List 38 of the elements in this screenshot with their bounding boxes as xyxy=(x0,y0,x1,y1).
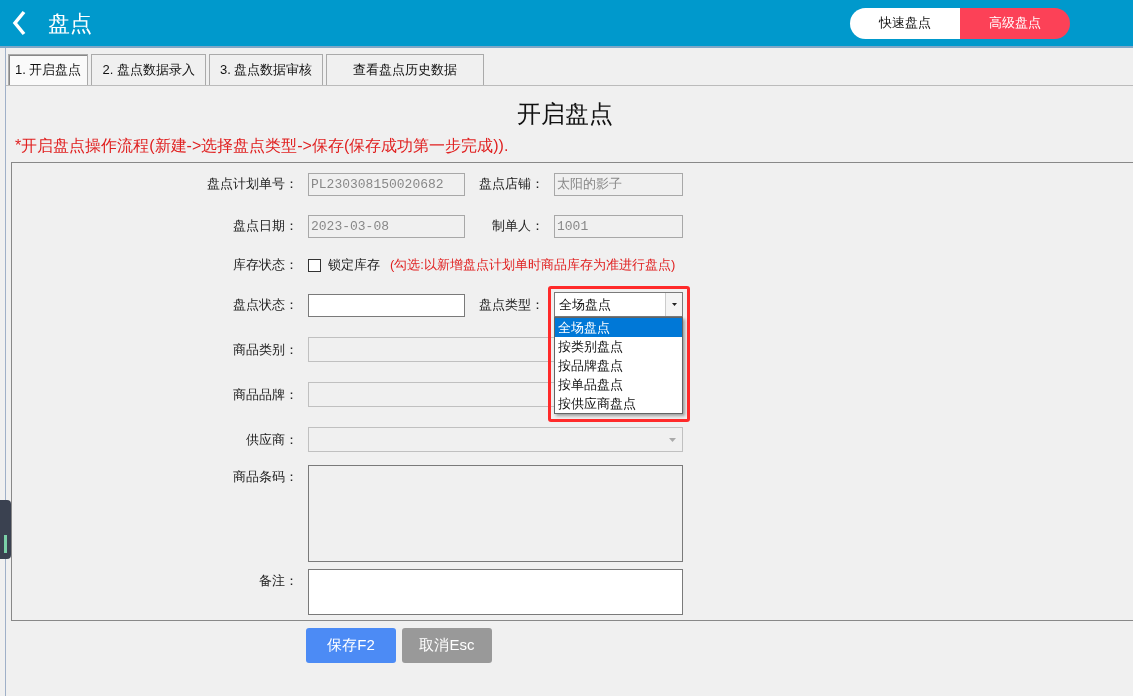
field-label: 供应商： xyxy=(246,430,298,449)
dropdown-field[interactable]: 全场盘点 xyxy=(554,292,683,317)
checkbox[interactable] xyxy=(308,258,321,272)
field-label: 库存状态： xyxy=(233,256,298,275)
checkbox-label: 锁定库存 xyxy=(328,256,380,275)
field-label: 商品类别： xyxy=(233,340,298,359)
field-label: 商品品牌： xyxy=(233,385,298,404)
level-indicator-icon xyxy=(4,535,7,553)
tab[interactable]: 查看盘点历史数据 xyxy=(326,54,485,85)
dropdown-option[interactable]: 按类别盘点 xyxy=(555,337,682,356)
field-label: 制单人： xyxy=(492,216,544,235)
field-label: 盘点日期： xyxy=(233,216,298,235)
field-label: 盘点店铺： xyxy=(479,174,544,193)
dropdown-option[interactable]: 按单品盘点 xyxy=(555,375,682,394)
back-icon[interactable] xyxy=(12,10,26,36)
dropdown-option[interactable]: 按品牌盘点 xyxy=(555,356,682,375)
field-label: 商品条码： xyxy=(233,468,298,486)
field-label: 盘点状态： xyxy=(233,295,298,314)
remark-textarea[interactable] xyxy=(308,569,683,615)
field-label: 盘点类型： xyxy=(479,295,544,314)
hint-text: (勾选:以新增盘点计划单时商品库存为准进行盘点) xyxy=(390,256,676,275)
dropdown-arrow-button[interactable] xyxy=(665,293,682,316)
tab[interactable]: 2. 盘点数据录入 xyxy=(91,54,206,85)
instruction-text: *开启盘点操作流程(新建->选择盘点类型->保存(保存成功第一步完成)). xyxy=(15,137,509,154)
caret-icon xyxy=(671,303,677,306)
mode-toggle-button[interactable]: 快速盘点 xyxy=(850,7,960,39)
section-heading: 开启盘点 xyxy=(516,99,613,129)
field-label: 盘点计划单号： xyxy=(207,174,298,193)
tab[interactable]: 1. 开启盘点 xyxy=(8,54,89,85)
tab[interactable]: 3. 盘点数据审核 xyxy=(208,54,324,85)
dropdown-option[interactable]: 按供应商盘点 xyxy=(555,394,682,413)
side-handle[interactable] xyxy=(0,500,11,559)
caret-icon xyxy=(669,437,676,442)
field-label: 备注： xyxy=(259,572,298,590)
text-field[interactable] xyxy=(308,294,465,317)
dropdown-value: 全场盘点 xyxy=(558,295,612,314)
page-title: 盘点 xyxy=(48,9,92,38)
dropdown-option[interactable]: 全场盘点 xyxy=(555,318,682,337)
